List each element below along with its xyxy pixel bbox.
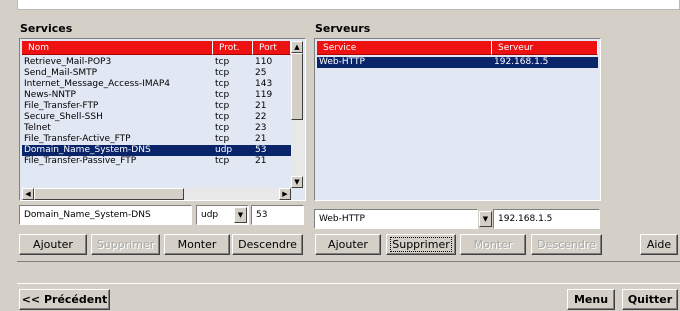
service-name-cell: Retrieve_Mail-POP3	[24, 57, 112, 67]
column-header-service[interactable]: Service	[317, 41, 492, 55]
servers-down-button[interactable]: Descendre	[531, 234, 602, 255]
column-header-serveur[interactable]: Serveur	[492, 41, 598, 55]
protocol-cell: tcp	[215, 68, 230, 78]
table-row[interactable]: Secure_Shell-SSH tcp 22	[22, 112, 291, 123]
previous-button[interactable]: << Précédent	[19, 289, 110, 310]
column-header-prot[interactable]: Prot.	[213, 41, 253, 55]
table-row[interactable]: Send_Mail-SMTP tcp 25	[22, 68, 291, 79]
port-cell: 143	[255, 79, 273, 89]
table-row[interactable]: File_Transfer-Active_FTP tcp 21	[22, 134, 291, 145]
scroll-right-icon[interactable]: ▶	[279, 188, 291, 200]
port-cell: 22	[255, 112, 267, 122]
protocol-cell: tcp	[215, 112, 230, 122]
service-name-input[interactable]: Domain_Name_System-DNS	[19, 205, 192, 225]
service-cell: Web-HTTP	[319, 57, 365, 67]
servers-delete-button[interactable]: Supprimer	[386, 234, 456, 255]
protocol-value: udp	[201, 210, 219, 220]
protocol-cell: udp	[215, 145, 233, 155]
menu-button[interactable]: Menu	[567, 289, 615, 310]
table-row[interactable]: File_Transfer-Passive_FTP tcp 21	[22, 156, 291, 167]
status-bar	[17, 261, 680, 284]
scroll-thumb[interactable]	[291, 53, 303, 120]
table-row[interactable]: Web-HTTP 192.168.1.5	[317, 57, 598, 68]
help-button[interactable]: Aide	[640, 234, 678, 255]
port-cell: 25	[255, 68, 267, 78]
table-row[interactable]: Internet_Message_Access-IMAP4 tcp 143	[22, 79, 291, 90]
server-cell: 192.168.1.5	[494, 57, 549, 67]
protocol-cell: tcp	[215, 57, 230, 67]
port-cell: 21	[255, 156, 267, 166]
chevron-down-icon[interactable]: ▼	[479, 211, 492, 227]
column-header-port[interactable]: Port	[253, 41, 291, 55]
services-up-button[interactable]: Monter	[164, 234, 230, 255]
service-name-cell: Telnet	[24, 123, 51, 133]
service-name-cell: File_Transfer-FTP	[24, 101, 99, 111]
services-vertical-scrollbar[interactable]: ▲ ▼	[291, 41, 304, 188]
protocol-cell: tcp	[215, 90, 230, 100]
chevron-down-icon[interactable]: ▼	[234, 207, 247, 223]
server-service-value: Web-HTTP	[319, 214, 365, 224]
protocol-cell: tcp	[215, 79, 230, 89]
service-name-cell: Domain_Name_System-DNS	[24, 145, 151, 155]
protocol-cell: tcp	[215, 156, 230, 166]
scroll-up-icon[interactable]: ▲	[291, 41, 303, 53]
port-cell: 119	[255, 90, 273, 100]
services-add-button[interactable]: Ajouter	[19, 234, 87, 255]
services-delete-button[interactable]: Supprimer	[91, 234, 160, 255]
service-name-cell: Send_Mail-SMTP	[24, 68, 98, 78]
top-panel-edge	[17, 0, 680, 10]
port-cell: 53	[255, 145, 267, 155]
scroll-left-icon[interactable]: ◀	[22, 188, 34, 200]
table-row[interactable]: File_Transfer-FTP tcp 21	[22, 101, 291, 112]
protocol-cell: tcp	[215, 123, 230, 133]
services-title: Services	[20, 22, 73, 35]
services-horizontal-scrollbar[interactable]: ◀ ▶	[22, 188, 291, 200]
protocol-select[interactable]: udp ▼	[196, 205, 249, 225]
table-row[interactable]: Domain_Name_System-DNS udp 53	[22, 145, 291, 156]
service-name-cell: Secure_Shell-SSH	[24, 112, 103, 122]
scroll-down-icon[interactable]: ▼	[291, 176, 303, 188]
table-row[interactable]: Retrieve_Mail-POP3 tcp 110	[22, 57, 291, 68]
port-input[interactable]: 53	[251, 205, 304, 225]
quit-button[interactable]: Quitter	[622, 289, 678, 310]
server-service-select[interactable]: Web-HTTP	[314, 209, 478, 229]
servers-up-button[interactable]: Monter	[460, 234, 526, 255]
services-list[interactable]: Nom Prot. Port Retrieve_Mail-POP3 tcp 110 S…	[19, 38, 306, 201]
service-name-cell: News-NNTP	[24, 90, 76, 100]
server-address-input[interactable]: 192.168.1.5	[493, 209, 600, 229]
port-cell: 21	[255, 134, 267, 144]
servers-add-button[interactable]: Ajouter	[315, 234, 381, 255]
service-name-cell: File_Transfer-Passive_FTP	[24, 156, 137, 166]
port-cell: 110	[255, 57, 273, 67]
servers-title: Serveurs	[315, 22, 371, 35]
servers-list[interactable]: Service Serveur Web-HTTP 192.168.1.5	[314, 38, 601, 201]
hscroll-thumb[interactable]	[34, 188, 184, 200]
table-row[interactable]: News-NNTP tcp 119	[22, 90, 291, 101]
protocol-cell: tcp	[215, 101, 230, 111]
port-cell: 23	[255, 123, 267, 133]
service-name-cell: Internet_Message_Access-IMAP4	[24, 79, 170, 89]
services-down-button[interactable]: Descendre	[232, 234, 303, 255]
service-name-cell: File_Transfer-Active_FTP	[24, 134, 131, 144]
column-header-nom[interactable]: Nom	[22, 41, 213, 55]
port-cell: 21	[255, 101, 267, 111]
protocol-cell: tcp	[215, 134, 230, 144]
table-row[interactable]: Telnet tcp 23	[22, 123, 291, 134]
